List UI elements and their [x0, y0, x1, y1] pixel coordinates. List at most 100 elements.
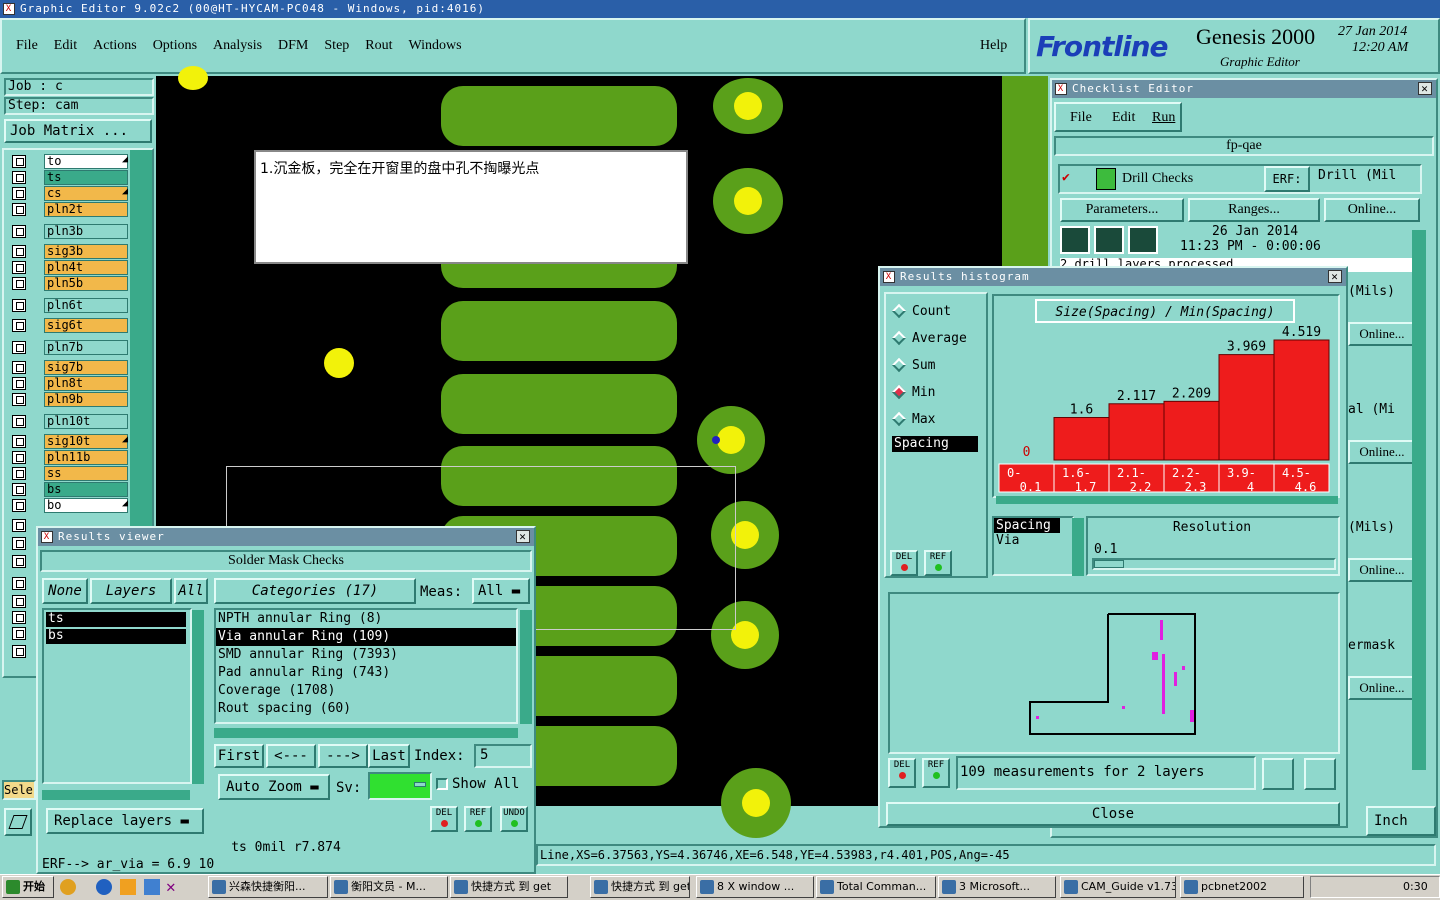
mode-radio-min[interactable] — [891, 384, 907, 400]
ref-button[interactable]: REF — [464, 806, 492, 832]
layer-row[interactable]: sig7b — [12, 360, 132, 375]
categories-button[interactable]: Categories (17) — [214, 578, 416, 604]
layer-checkbox[interactable] — [12, 451, 26, 464]
menu-step[interactable]: Step — [324, 38, 349, 53]
layer-checkbox[interactable] — [12, 203, 26, 216]
x-app-icon[interactable]: ✕ — [166, 877, 176, 896]
checklist-item-label[interactable]: Online... — [1348, 558, 1416, 582]
layer-row[interactable]: pln7b — [12, 340, 132, 355]
layer-row[interactable]: pln9b — [12, 392, 132, 407]
erf-button[interactable]: ERF: — [1264, 166, 1310, 192]
checklist-item-label[interactable]: Online... — [1348, 676, 1416, 700]
layer-checkbox[interactable] — [12, 435, 26, 448]
layer-checkbox[interactable] — [12, 537, 26, 550]
layer-checkbox[interactable] — [12, 555, 26, 568]
results-layer-item[interactable]: ts — [46, 612, 186, 627]
layer-name[interactable]: pln10t — [44, 414, 128, 429]
layer-row[interactable]: pln3b — [12, 224, 132, 239]
parameters-button[interactable]: Parameters... — [1060, 198, 1184, 222]
check-checkbox[interactable]: ✔ — [1062, 170, 1076, 185]
mode-radio-max[interactable] — [891, 411, 907, 427]
menu-rout[interactable]: Rout — [365, 38, 392, 53]
layer-row[interactable] — [12, 554, 32, 569]
taskbar-item[interactable]: 快捷方式 到 get — [450, 876, 568, 898]
replace-layers-dropdown[interactable]: Replace layers ▬ — [46, 808, 204, 834]
layer-checkbox[interactable] — [12, 261, 26, 274]
units-dropdown[interactable]: Inch — [1366, 806, 1436, 836]
selection-item-spacing[interactable]: Spacing — [994, 518, 1060, 533]
menu-actions[interactable]: Actions — [93, 38, 137, 53]
layer-row[interactable]: pln11b — [12, 450, 132, 465]
layer-row[interactable]: pln10t — [12, 414, 132, 429]
last-button[interactable]: Last — [368, 744, 410, 768]
histogram-list-item[interactable]: Spacing — [892, 436, 978, 452]
ref-button[interactable]: REF — [924, 550, 952, 576]
layer-row[interactable]: ts — [12, 170, 132, 185]
close-icon[interactable]: ✕ — [1328, 270, 1342, 283]
layer-name[interactable]: cs — [44, 186, 128, 201]
menu-analysis[interactable]: Analysis — [213, 38, 262, 53]
layer-row[interactable]: to ◢ — [12, 154, 132, 169]
selection-scrollbar[interactable] — [1072, 518, 1084, 576]
prev-button[interactable]: <--- — [266, 744, 316, 768]
close-button[interactable]: Close — [886, 802, 1340, 826]
layer-checkbox[interactable] — [12, 483, 26, 496]
layer-row[interactable]: sig6t — [12, 318, 132, 333]
checklist-menu-file[interactable]: File — [1070, 110, 1092, 126]
layer-name[interactable]: sig3b — [44, 244, 128, 259]
ranges-button[interactable]: Ranges... — [1188, 198, 1320, 222]
layer-name[interactable]: pln9b — [44, 392, 128, 407]
menu-edit[interactable]: Edit — [54, 38, 77, 53]
index-input[interactable]: 5 — [474, 744, 532, 768]
taskbar-item[interactable]: 衡阳文员 - M... — [330, 876, 448, 898]
close-icon[interactable]: ✕ — [516, 530, 530, 543]
quick-launch-icon[interactable] — [60, 879, 76, 895]
menu-file[interactable]: File — [16, 38, 38, 53]
del-button[interactable]: DEL — [890, 550, 918, 576]
resolution-slider[interactable] — [1092, 558, 1336, 570]
layer-name[interactable]: pln3b — [44, 224, 128, 239]
category-item[interactable]: Rout spacing (60) — [216, 700, 516, 718]
histogram-bar[interactable] — [1163, 400, 1220, 461]
taskbar-item[interactable]: CAM_Guide v1.73 — [1060, 876, 1176, 898]
histogram-bar[interactable] — [1218, 354, 1275, 461]
layer-checkbox[interactable] — [12, 595, 26, 608]
menu-options[interactable]: Options — [153, 38, 197, 53]
layer-name[interactable]: bs — [44, 482, 128, 497]
histogram-bar[interactable] — [1108, 403, 1165, 461]
layer-name[interactable]: pln7b — [44, 340, 128, 355]
layer-name[interactable]: sig6t — [44, 318, 128, 333]
layer-name[interactable]: pln6t — [44, 298, 128, 313]
checklist-item-label[interactable]: Online... — [1348, 322, 1416, 346]
layer-row[interactable] — [12, 594, 32, 609]
layer-name[interactable]: ss — [44, 466, 128, 481]
layer-name[interactable]: pln4t — [44, 260, 128, 275]
layer-name[interactable]: bo — [44, 498, 128, 513]
category-item[interactable]: Via annular Ring (109) — [216, 628, 516, 646]
category-item[interactable]: Pad annular Ring (743) — [216, 664, 516, 682]
category-item[interactable]: Coverage (1708) — [216, 682, 516, 700]
auto-zoom-dropdown[interactable]: Auto Zoom ▬ — [218, 774, 330, 800]
ie-icon[interactable] — [96, 879, 112, 895]
layer-checkbox[interactable] — [12, 155, 26, 168]
layer-checkbox[interactable] — [12, 627, 26, 640]
layer-checkbox[interactable] — [12, 393, 26, 406]
zoom-tool-button[interactable] — [4, 808, 32, 836]
app-icon[interactable] — [144, 879, 160, 895]
layer-row[interactable]: bs — [12, 482, 132, 497]
layer-name[interactable]: sig10t — [44, 434, 128, 449]
layer-name[interactable]: to — [44, 154, 128, 169]
online-button[interactable]: Online... — [1324, 198, 1420, 222]
layer-name[interactable]: pln2t — [44, 202, 128, 217]
mode-radio-average[interactable] — [891, 330, 907, 346]
job-matrix-button[interactable]: Job Matrix ... — [4, 119, 152, 143]
layer-checkbox[interactable] — [12, 377, 26, 390]
meas-dropdown[interactable]: All ▬ — [472, 578, 530, 604]
layer-checkbox[interactable] — [12, 499, 26, 512]
mode-radio-sum[interactable] — [891, 357, 907, 373]
layer-row[interactable]: sig10t ◢ — [12, 434, 132, 449]
start-button[interactable]: 开始 — [2, 876, 54, 898]
layer-checkbox[interactable] — [12, 467, 26, 480]
menu-windows[interactable]: Windows — [409, 38, 462, 53]
layer-name[interactable]: sig7b — [44, 360, 128, 375]
